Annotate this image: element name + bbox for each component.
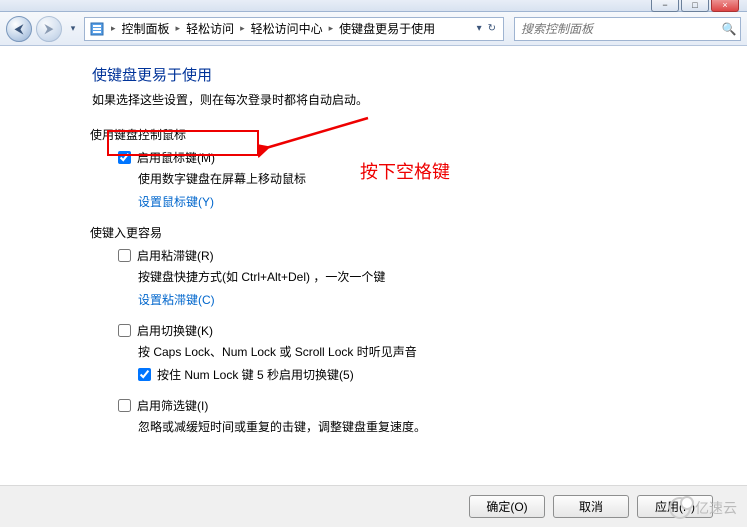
window-controls: − □ × [651,0,739,12]
hold-numlock-label: 按住 Num Lock 键 5 秒启用切换键(5) [157,366,354,383]
enable-mouse-keys-label: 启用鼠标键(M) [137,149,215,166]
page-title: 使键盘更易于使用 [92,64,747,85]
mouse-keys-settings-link[interactable]: 设置鼠标键(Y) [138,193,747,210]
search-input[interactable] [515,22,718,36]
forward-button[interactable]: ⮞ [36,16,62,42]
section-heading-mouse: 使用键盘控制鼠标 [90,126,747,143]
breadcrumb-sep: ▸ [174,23,183,34]
enable-toggle-keys-checkbox[interactable] [118,324,131,337]
button-bar: 确定(O) 取消 应用(P) [0,485,747,527]
search-icon[interactable]: 🔍 [718,22,740,36]
breadcrumb[interactable]: ▸ 控制面板 ▸ 轻松访问 ▸ 轻松访问中心 ▸ 使键盘更易于使用 ▾ ↻ [84,17,504,41]
section-heading-typing: 使键入更容易 [90,224,747,241]
breadcrumb-dropdown-icon[interactable]: ▾ [474,23,485,34]
watermark-logo-icon [669,497,691,519]
navigation-bar: ⮜ ⮞ ▾ ▸ 控制面板 ▸ 轻松访问 ▸ 轻松访问中心 ▸ 使键盘更易于使用 … [0,12,747,46]
content-area: 使键盘更易于使用 如果选择这些设置，则在每次登录时都将自动启动。 使用键盘控制鼠… [0,46,747,485]
breadcrumb-sep: ▸ [238,23,247,34]
enable-filter-keys-checkbox[interactable] [118,399,131,412]
control-panel-icon [89,21,105,37]
filter-keys-desc: 忽略或减缓短时间或重复的击键，调整键盘重复速度。 [138,418,747,435]
sticky-keys-desc: 按键盘快捷方式(如 Ctrl+Alt+Del) ，一次一个键 [138,268,747,285]
sticky-keys-settings-link[interactable]: 设置粘滞键(C) [138,291,747,308]
breadcrumb-item[interactable]: 使键盘更易于使用 [335,20,439,37]
enable-filter-keys-label: 启用筛选键(I) [137,397,208,414]
enable-sticky-keys-checkbox[interactable] [118,249,131,262]
watermark-text: 亿速云 [695,498,737,518]
breadcrumb-sep: ▸ [327,23,336,34]
search-box[interactable]: 🔍 [514,17,741,41]
refresh-icon[interactable]: ↻ [485,23,499,34]
breadcrumb-item[interactable]: 控制面板 [118,20,174,37]
page-subtitle: 如果选择这些设置，则在每次登录时都将自动启动。 [92,91,747,108]
enable-mouse-keys-checkbox[interactable] [118,151,131,164]
annotation-text: 按下空格键 [360,158,450,184]
toggle-keys-desc: 按 Caps Lock、Num Lock 或 Scroll Lock 时听见声音 [138,343,747,360]
cancel-button[interactable]: 取消 [553,495,629,518]
ok-button[interactable]: 确定(O) [469,495,545,518]
close-button[interactable]: × [711,0,739,12]
enable-sticky-keys-label: 启用粘滞键(R) [137,247,214,264]
title-bar: − □ × [0,0,747,12]
back-button[interactable]: ⮜ [6,16,32,42]
breadcrumb-item[interactable]: 轻松访问中心 [247,20,327,37]
hold-numlock-checkbox[interactable] [138,368,151,381]
minimize-button[interactable]: − [651,0,679,12]
enable-toggle-keys-label: 启用切换键(K) [137,322,213,339]
breadcrumb-sep: ▸ [109,23,118,34]
maximize-button[interactable]: □ [681,0,709,12]
breadcrumb-item[interactable]: 轻松访问 [182,20,238,37]
nav-history-dropdown[interactable]: ▾ [66,20,80,38]
watermark: 亿速云 [669,497,737,519]
